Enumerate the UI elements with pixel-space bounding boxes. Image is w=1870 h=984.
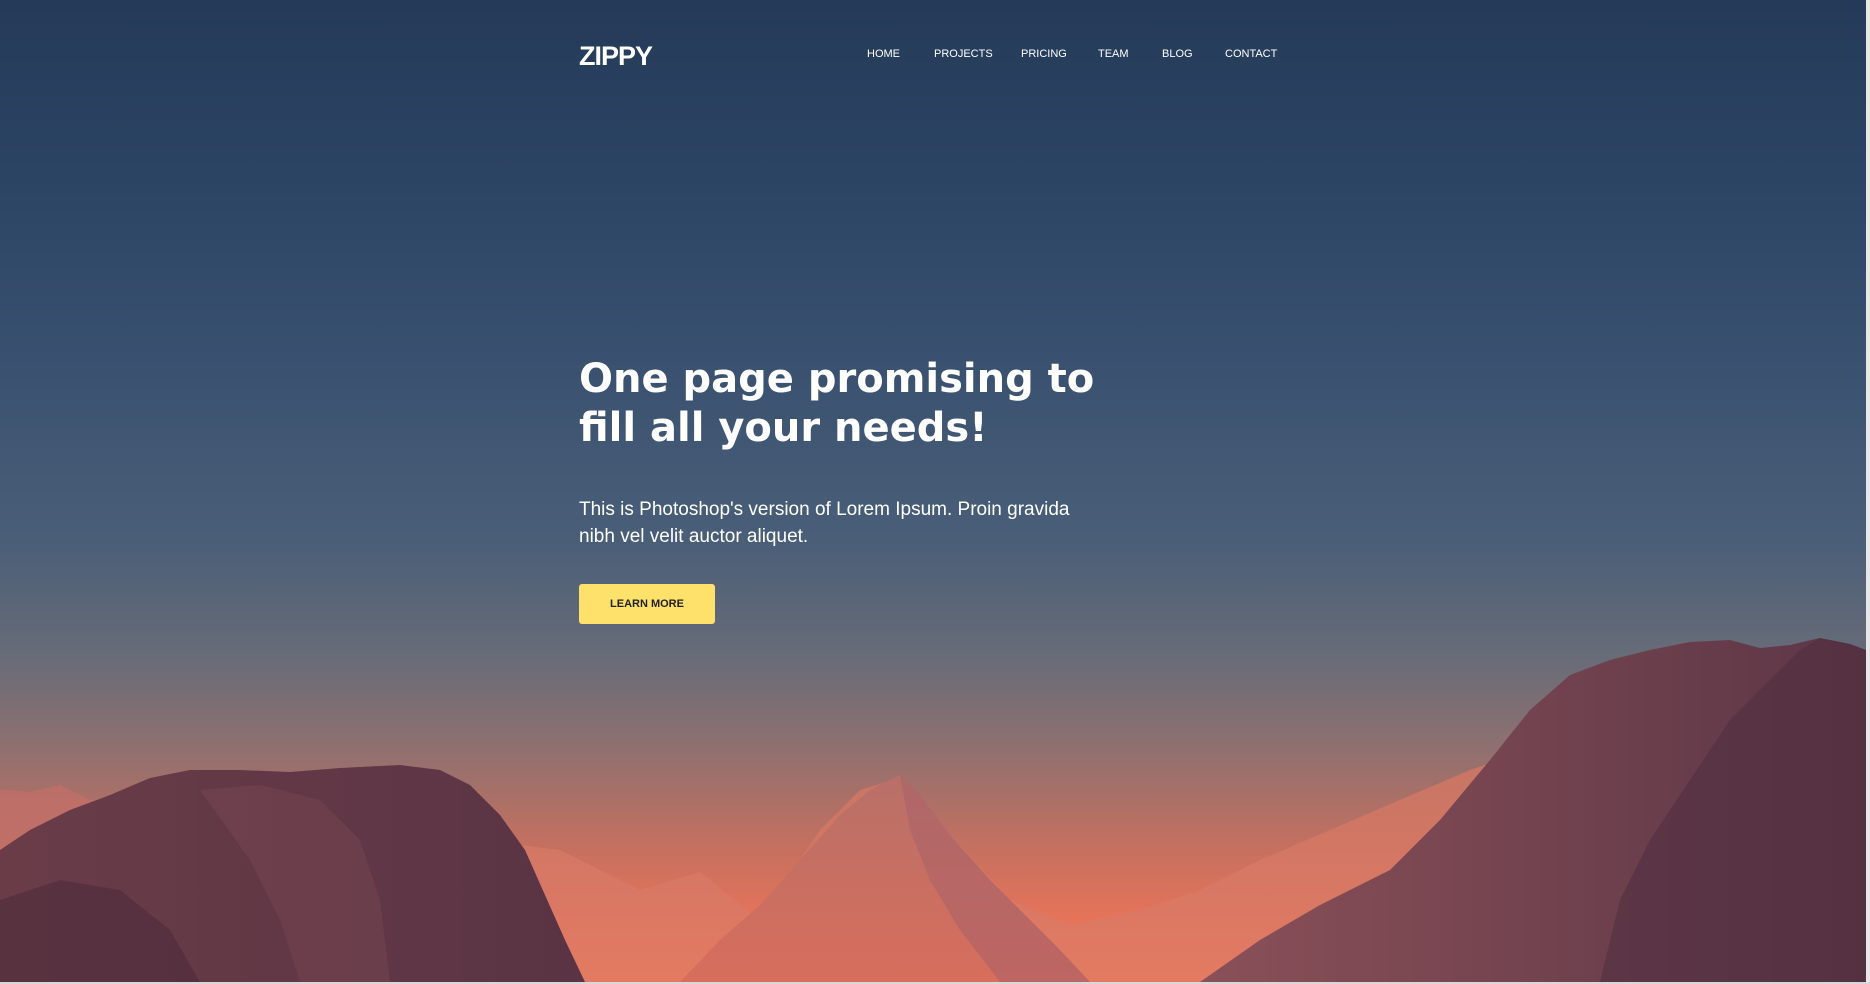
nav-item-pricing[interactable]: PRICING (1021, 46, 1067, 62)
hero-subtext: This is Photoshop's version of Lorem Ips… (579, 499, 1070, 547)
mountain-landscape-illustration (0, 638, 1866, 982)
nav-item-team[interactable]: TEAM (1098, 46, 1129, 62)
nav-item-projects[interactable]: PROJECTS (934, 46, 993, 62)
scrollbar[interactable] (1866, 0, 1870, 982)
nav-item-home[interactable]: HOME (867, 46, 900, 62)
nav-item-contact[interactable]: CONTACT (1225, 46, 1277, 62)
nav-item-blog[interactable]: BLOG (1162, 46, 1193, 62)
main-navigation: HOME PROJECTS PRICING TEAM BLOG CONTACT (0, 46, 1870, 62)
learn-more-button[interactable]: LEARN MORE (579, 584, 715, 624)
hero-headline: One page promising to fill all your need… (579, 356, 1095, 451)
hero-section: ZIPPY HOME PROJECTS PRICING TEAM BLOG CO… (0, 0, 1870, 982)
